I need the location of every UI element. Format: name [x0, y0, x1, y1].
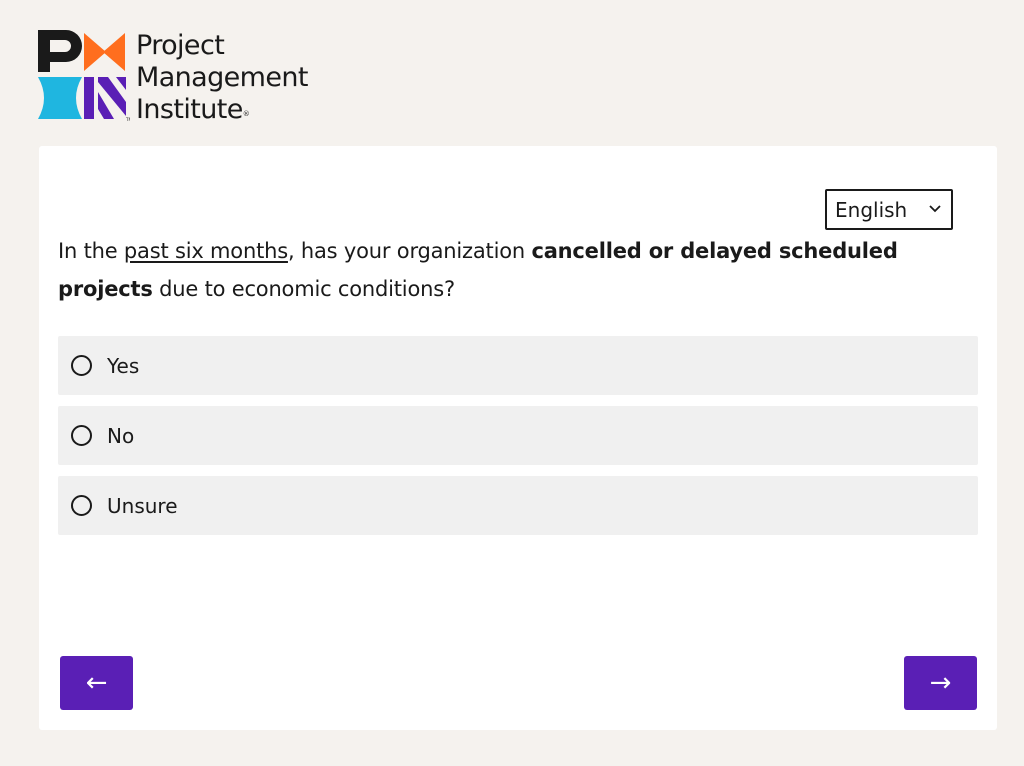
option-no[interactable]: No: [58, 406, 978, 465]
language-select-value: English: [835, 197, 908, 222]
language-select[interactable]: English: [825, 189, 953, 230]
pmi-logo-icon: TM: [38, 30, 130, 122]
radio-button[interactable]: [71, 495, 92, 516]
arrow-left-icon: ←: [85, 668, 108, 698]
registered-mark: ®: [242, 110, 250, 118]
arrow-right-icon: →: [929, 668, 952, 698]
logo-line-project: Project: [136, 30, 225, 61]
question-part-1: In the: [58, 239, 124, 263]
question-text: In the past six months, has your organiz…: [58, 232, 938, 308]
question-part-3: due to economic conditions?: [152, 277, 455, 301]
survey-card: English In the past six months, has your…: [39, 146, 997, 730]
option-unsure[interactable]: Unsure: [58, 476, 978, 535]
logo-line-management: Management: [136, 62, 308, 93]
answer-options: Yes No Unsure: [58, 336, 978, 546]
option-label: Yes: [107, 353, 140, 378]
chevron-down-icon: [929, 205, 941, 213]
header: TM Project Management Institute®: [38, 30, 308, 125]
logo-line-institute: Institute®: [136, 94, 250, 125]
radio-button[interactable]: [71, 425, 92, 446]
radio-button[interactable]: [71, 355, 92, 376]
question-part-2: , has your organization: [287, 239, 532, 263]
option-label: Unsure: [107, 493, 178, 518]
previous-button[interactable]: ←: [60, 656, 133, 710]
next-button[interactable]: →: [904, 656, 977, 710]
logo-wordmark: Project Management Institute®: [136, 30, 308, 132]
option-yes[interactable]: Yes: [58, 336, 978, 395]
tm-mark: TM: [125, 117, 130, 122]
option-label: No: [107, 423, 135, 448]
question-underlined: past six months: [123, 239, 288, 263]
